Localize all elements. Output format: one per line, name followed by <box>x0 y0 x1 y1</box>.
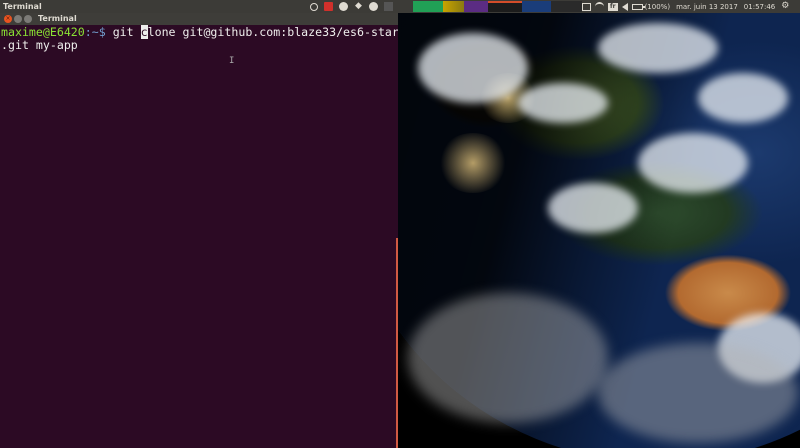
wifi-icon[interactable] <box>595 2 604 11</box>
net-graph[interactable] <box>488 1 522 12</box>
cloud <box>548 183 638 233</box>
cloud <box>598 23 718 73</box>
dropbox-icon[interactable]: ◆ <box>354 2 363 11</box>
lightbulb-icon[interactable] <box>310 2 318 11</box>
text-cursor: c <box>140 25 148 39</box>
command-text-rest: lone git@github.com:blaze33/es6-starter <box>147 25 420 39</box>
command-text: git <box>105 25 141 39</box>
maximize-icon[interactable] <box>24 15 32 23</box>
update-icon[interactable] <box>369 2 378 11</box>
cloud <box>518 83 608 123</box>
terminal-output[interactable]: maxime@E6420:~$ git clone git@github.com… <box>1 25 420 52</box>
memory-graph[interactable] <box>443 1 464 12</box>
network-icon[interactable] <box>384 2 393 11</box>
active-window-title: Terminal <box>3 2 42 11</box>
indicator-tray: ◆ <box>310 0 399 13</box>
cloud <box>408 293 608 423</box>
close-icon[interactable]: × <box>4 15 12 23</box>
volume-icon[interactable] <box>621 2 628 11</box>
battery-percentage[interactable]: (100%) <box>645 3 670 11</box>
swap-graph[interactable] <box>464 1 488 12</box>
prompt-user: maxime@E6420 <box>1 25 85 39</box>
terminal-titlebar[interactable]: × Terminal <box>0 13 398 25</box>
status-area: fr (100%) mar. juin 13 2017 01:57:46 ⚙ <box>582 0 789 13</box>
desktop-wallpaper <box>398 13 800 448</box>
cloud <box>698 73 788 123</box>
minimize-icon[interactable] <box>14 15 22 23</box>
top-panel: Terminal ◆ fr (100%) mar. juin 13 2017 0… <box>0 0 800 13</box>
mouse-ibeam-icon: I <box>229 56 235 66</box>
date[interactable]: mar. juin 13 2017 <box>676 3 738 11</box>
cloud <box>598 343 798 443</box>
app-indicator-icon[interactable] <box>324 2 333 11</box>
keyboard-icon[interactable]: fr <box>608 2 618 11</box>
battery-icon[interactable] <box>631 3 645 10</box>
cpu-graph[interactable] <box>413 1 443 12</box>
cloud <box>418 33 528 103</box>
smiley-icon[interactable] <box>339 2 348 11</box>
disk-graph[interactable] <box>522 1 551 12</box>
cloud <box>638 133 748 193</box>
prompt-path: :~$ <box>84 25 106 39</box>
load-graph[interactable] <box>551 1 582 12</box>
command-line-2: .git my-app <box>1 38 78 52</box>
terminal-window[interactable]: × Terminal maxime@E6420:~$ git clone git… <box>0 13 420 448</box>
terminal-title: Terminal <box>38 14 77 23</box>
mail-icon[interactable] <box>582 2 591 11</box>
gear-icon[interactable]: ⚙ <box>781 2 789 11</box>
city-lights <box>438 133 508 193</box>
clock[interactable]: 01:57:46 <box>744 3 775 11</box>
